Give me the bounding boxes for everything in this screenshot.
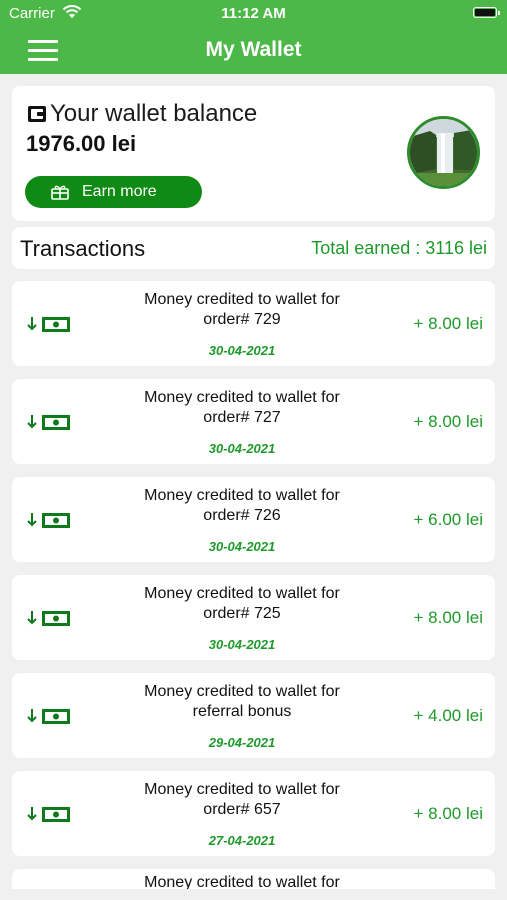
earn-more-label: Earn more — [82, 183, 157, 200]
transaction-amount: + 8.00 lei — [413, 412, 483, 431]
transaction-date: 29-04-2021 — [208, 735, 276, 750]
transaction-date: 30-04-2021 — [208, 637, 276, 652]
transaction-amount: + 4.00 lei — [413, 706, 483, 725]
transaction-amount: + 8.00 lei — [413, 804, 483, 823]
transactions-title: Transactions — [20, 236, 146, 261]
transaction-date: 30-04-2021 — [208, 539, 276, 554]
transaction-description: Money credited to wallet for order# 726 — [144, 487, 340, 524]
transaction-amount: + 8.00 lei — [413, 608, 483, 627]
profile-avatar[interactable] — [407, 116, 480, 189]
transaction-item[interactable]: Money credited to wallet for order# 727 … — [12, 379, 495, 464]
transactions-list[interactable]: Money credited to wallet for order# 729 … — [12, 281, 495, 889]
transaction-amount: + 6.00 lei — [413, 510, 483, 529]
money-in-icon — [27, 415, 70, 430]
total-earned-label: Total earned : 3116 lei — [311, 238, 487, 258]
transaction-item[interactable]: Money credited to wallet for order# 729 … — [12, 281, 495, 366]
page-title: My Wallet — [205, 38, 302, 61]
transaction-item[interactable]: Money credited to wallet for order# 726 … — [12, 477, 495, 562]
money-in-icon — [27, 513, 70, 528]
waterfall-image — [410, 119, 477, 186]
money-in-icon — [27, 611, 70, 626]
transaction-description: Money credited to wallet for order# 725 — [144, 585, 340, 622]
wallet-balance-card: Your wallet balance 1976.00 lei Earn mor… — [12, 86, 495, 221]
status-bar: Carrier 11:12 AM — [0, 0, 507, 28]
transaction-description: Money credited to wallet for referral bo… — [144, 683, 340, 720]
earn-more-button[interactable]: Earn more — [25, 176, 202, 208]
transactions-header: Transactions Total earned : 3116 lei — [12, 227, 495, 269]
transaction-description: Money credited to wallet for — [144, 874, 340, 889]
transaction-date: 27-04-2021 — [208, 833, 276, 848]
transaction-date: 30-04-2021 — [208, 441, 276, 456]
transaction-item[interactable]: Money credited to wallet for order# 657 … — [12, 771, 495, 856]
battery-icon — [473, 7, 500, 18]
transaction-description: Money credited to wallet for order# 727 — [144, 389, 340, 426]
transaction-item[interactable]: Money credited to wallet for referral bo… — [12, 673, 495, 758]
money-in-icon — [27, 709, 70, 724]
transaction-description: Money credited to wallet for order# 729 — [144, 291, 340, 328]
wallet-balance-label: Your wallet balance — [50, 100, 258, 127]
transaction-item-partial[interactable]: Money credited to wallet for — [12, 869, 495, 889]
gift-icon — [51, 185, 69, 200]
status-time: 11:12 AM — [221, 5, 286, 22]
app-header: Carrier 11:12 AM My Wallet — [0, 0, 507, 74]
wallet-balance-value: 1976.00 lei — [26, 131, 137, 156]
transaction-item[interactable]: Money credited to wallet for order# 725 … — [12, 575, 495, 660]
transaction-amount: + 8.00 lei — [413, 314, 483, 333]
money-in-icon — [27, 317, 70, 332]
transaction-date: 30-04-2021 — [208, 343, 276, 358]
money-in-icon — [27, 807, 70, 822]
wallet-icon — [28, 106, 46, 122]
transaction-description: Money credited to wallet for order# 657 — [144, 781, 340, 818]
